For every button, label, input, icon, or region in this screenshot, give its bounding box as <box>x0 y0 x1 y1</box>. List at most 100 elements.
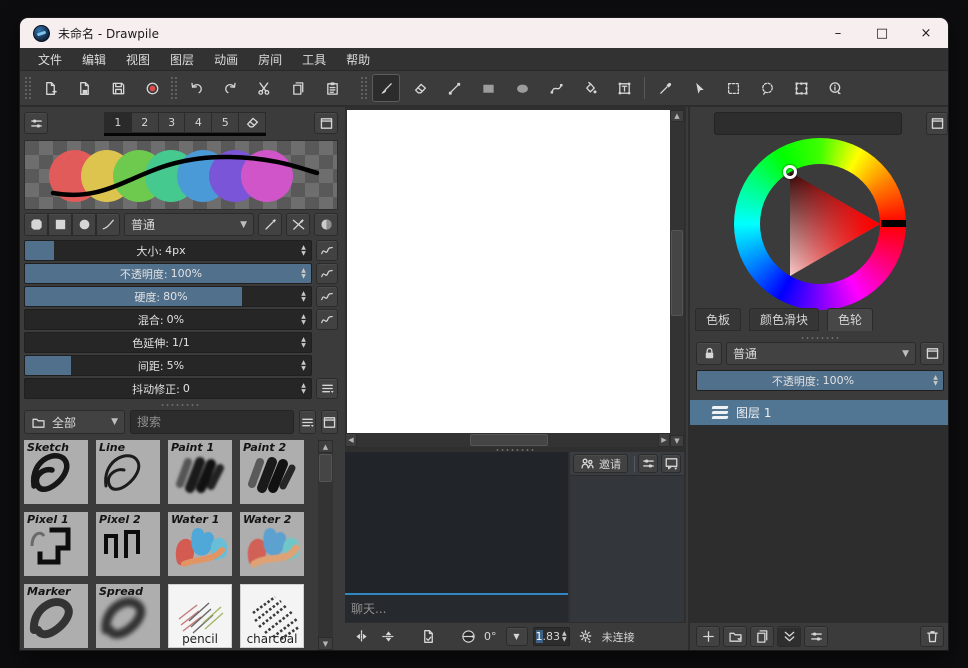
minimize-button[interactable]: – <box>816 18 860 48</box>
merge-layer-button[interactable] <box>777 626 801 647</box>
brush-preview[interactable] <box>24 140 338 210</box>
chat-log[interactable] <box>345 452 568 593</box>
brush-slider[interactable]: 硬度:80%▲▼ <box>24 286 312 307</box>
canvas-h-scrollbar[interactable]: ◀ ▶ <box>345 433 670 447</box>
brush-slot-3[interactable]: 3 <box>158 112 185 133</box>
brush-slot-4[interactable]: 4 <box>184 112 211 133</box>
brush-preset-pixel-2[interactable]: Pixel 2 <box>96 512 160 576</box>
brush-preset-pencil[interactable]: pencil <box>168 584 232 648</box>
spin-buttons[interactable]: ▲▼ <box>297 287 310 306</box>
color-tab-inactive[interactable]: 颜色滑块 <box>749 308 819 331</box>
preset-category-select[interactable]: 全部 ▼ <box>24 410 125 434</box>
scroll-up-button[interactable]: ▲ <box>318 440 333 453</box>
chat-input[interactable] <box>345 595 568 622</box>
copy-button[interactable] <box>284 74 312 102</box>
layer-dock-float-button[interactable] <box>920 342 944 365</box>
spin-down-icon[interactable]: ▼ <box>562 637 567 643</box>
ellipse-button[interactable] <box>508 74 536 102</box>
menu-item-7[interactable]: 工具 <box>292 49 336 70</box>
brush-slider[interactable]: 抖动修正:0▲▼ <box>24 378 312 399</box>
rotation-dial[interactable] <box>457 626 479 648</box>
layer-row[interactable]: 图层 1 <box>690 400 948 425</box>
drawing-canvas[interactable] <box>347 110 670 433</box>
menu-item-8[interactable]: 帮助 <box>336 49 380 70</box>
color-selector-marker[interactable] <box>783 165 797 179</box>
cut-button[interactable] <box>250 74 278 102</box>
scroll-down-button[interactable]: ▼ <box>318 637 333 650</box>
spin-buttons[interactable]: ▲▼ <box>297 241 310 260</box>
select-rect-button[interactable] <box>719 74 747 102</box>
brush-preset-charcoal[interactable]: charcoal <box>240 584 304 648</box>
spin-buttons[interactable]: ▲▼ <box>297 333 310 352</box>
color-tab-active[interactable]: 色轮 <box>827 308 873 331</box>
stabilizer-menu-button[interactable] <box>316 378 338 399</box>
brush-preset-line[interactable]: Line <box>96 440 160 504</box>
undo-button[interactable] <box>182 74 210 102</box>
shape-round-button[interactable] <box>24 213 48 236</box>
select-lasso-button[interactable] <box>753 74 781 102</box>
transform-button[interactable] <box>787 74 815 102</box>
rotation-dropdown-button[interactable]: ▼ <box>506 627 528 646</box>
delete-layer-button[interactable] <box>920 626 944 647</box>
paste-button[interactable] <box>318 74 346 102</box>
view-settings-button[interactable] <box>575 626 597 648</box>
scroll-left-button[interactable]: ◀ <box>345 433 357 447</box>
brush-preset-water-2[interactable]: Water 2 <box>240 512 304 576</box>
duplicate-layer-button[interactable] <box>750 626 774 647</box>
text-button[interactable] <box>610 74 638 102</box>
dock-splitter-handle[interactable] <box>160 403 200 407</box>
erase-mode-button[interactable] <box>286 213 310 236</box>
menu-item-3[interactable]: 视图 <box>116 49 160 70</box>
menu-item-5[interactable]: 动画 <box>204 49 248 70</box>
brush-slot-2[interactable]: 2 <box>131 112 158 133</box>
slider-curve-button[interactable] <box>316 309 338 330</box>
rectangle-button[interactable] <box>474 74 502 102</box>
session-settings-button[interactable] <box>638 454 658 473</box>
scrollbar-thumb[interactable] <box>470 434 548 446</box>
maximize-button[interactable]: □ <box>860 18 904 48</box>
new-file-button[interactable] <box>36 74 64 102</box>
record-button[interactable] <box>138 74 166 102</box>
hue-marker[interactable] <box>881 220 906 227</box>
invite-button[interactable]: 邀请 <box>573 454 628 473</box>
layer-properties-button[interactable] <box>804 626 828 647</box>
brush-preset-paint-1[interactable]: Paint 1 <box>168 440 232 504</box>
toolbar-grip[interactable] <box>24 76 32 100</box>
layer-blend-mode-select[interactable]: 普通 ▼ <box>726 342 916 365</box>
color-dock-float-button[interactable] <box>926 112 948 135</box>
close-button[interactable]: × <box>904 18 948 48</box>
menu-item-4[interactable]: 图层 <box>160 49 204 70</box>
brush-button[interactable] <box>372 74 400 102</box>
canvas-v-scrollbar[interactable]: ▲ ▼ <box>670 110 684 447</box>
slider-curve-button[interactable] <box>316 263 338 284</box>
preset-scrollbar[interactable]: ▲ ▼ <box>318 440 333 650</box>
toolbar-grip[interactable] <box>360 76 368 100</box>
curve-button[interactable] <box>542 74 570 102</box>
brush-preset-marker[interactable]: Marker <box>24 584 88 648</box>
eraser-slot-button[interactable] <box>238 112 266 133</box>
spin-buttons[interactable]: ▲▼ <box>297 264 310 283</box>
slider-curve-button[interactable] <box>316 240 338 261</box>
scroll-up-button[interactable]: ▲ <box>670 110 684 122</box>
brush-settings-button[interactable] <box>24 112 48 134</box>
spin-buttons[interactable]: ▲▼ <box>929 371 942 390</box>
preset-search-input[interactable] <box>130 410 294 434</box>
dropper-button[interactable] <box>651 74 679 102</box>
zoom-spinbox[interactable]: 1.83 ▲▼ <box>533 627 570 646</box>
brush-slider[interactable]: 混合:0%▲▼ <box>24 309 312 330</box>
dock-float-button[interactable] <box>314 112 338 134</box>
open-file-button[interactable] <box>70 74 98 102</box>
color-tab-inactive[interactable]: 色板 <box>695 308 741 331</box>
mirror-canvas-button[interactable] <box>350 626 372 648</box>
scrollbar-thumb[interactable] <box>671 230 683 316</box>
preset-menu-button[interactable] <box>299 410 316 434</box>
scrollbar-thumb[interactable] <box>319 454 332 482</box>
flip-canvas-button[interactable] <box>377 626 399 648</box>
eraser-button[interactable] <box>406 74 434 102</box>
redo-button[interactable] <box>216 74 244 102</box>
scroll-right-button[interactable]: ▶ <box>658 433 670 447</box>
menu-item-2[interactable]: 编辑 <box>72 49 116 70</box>
preset-dock-button[interactable] <box>321 410 338 434</box>
pickup-mode-button[interactable] <box>314 213 338 236</box>
layer-lock-button[interactable] <box>696 342 722 365</box>
